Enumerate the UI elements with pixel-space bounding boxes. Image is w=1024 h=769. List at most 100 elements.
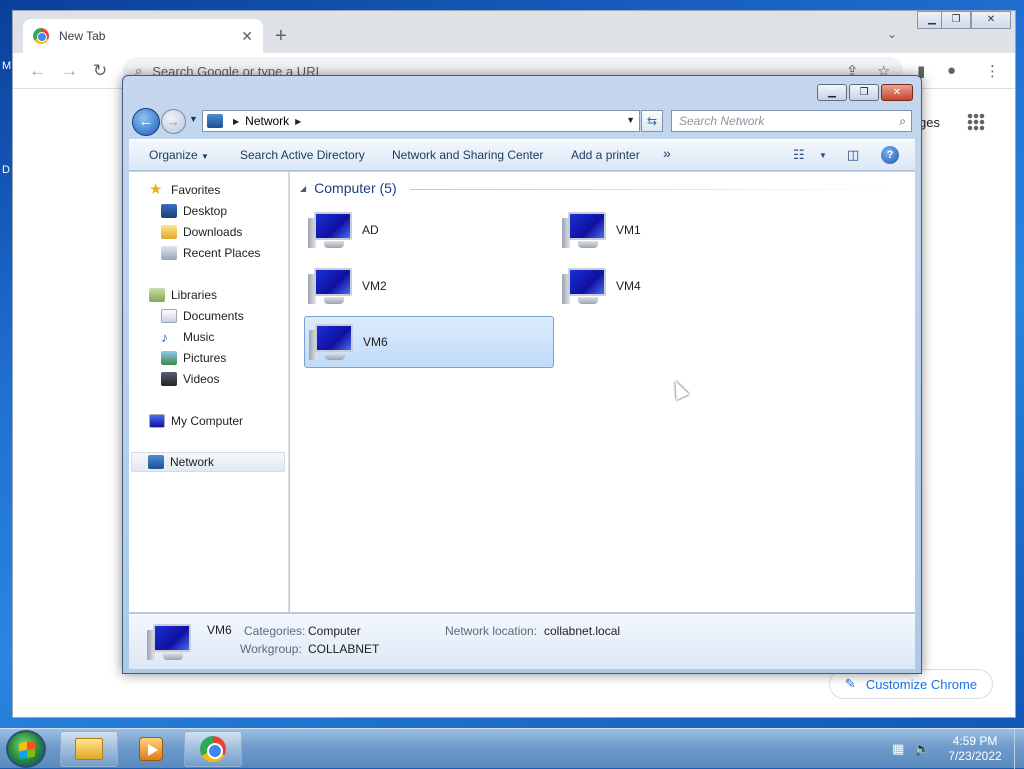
tab-title: New Tab <box>59 29 106 43</box>
chrome-menu-icon[interactable]: ⋮ <box>985 62 1000 80</box>
forward-button[interactable]: → <box>161 109 186 134</box>
computer-monitor-icon <box>562 266 610 306</box>
refresh-icon[interactable]: ⇆ <box>641 110 663 132</box>
nav-item-network[interactable]: Network <box>131 452 285 472</box>
computer-name: VM4 <box>616 279 641 293</box>
computer-monitor-icon <box>308 210 356 250</box>
nav-item-music[interactable]: ♪ Music <box>161 327 214 347</box>
pencil-icon: ✎ <box>844 676 856 691</box>
chrome-favicon-icon <box>33 28 49 44</box>
apps-grid-icon[interactable] <box>967 113 985 131</box>
collapse-triangle-icon[interactable]: ◢ <box>300 184 306 193</box>
add-printer-button[interactable]: Add a printer <box>571 148 640 162</box>
nav-item-favorites[interactable]: ★ Favorites <box>149 180 220 200</box>
computer-item[interactable]: AD <box>304 204 554 256</box>
breadcrumb-arrow-icon[interactable]: ▶ <box>233 117 239 126</box>
explorer-close-button[interactable]: ✕ <box>881 84 913 101</box>
nav-item-documents[interactable]: Documents <box>161 306 244 326</box>
start-button[interactable] <box>6 730 46 768</box>
nav-label: Libraries <box>171 288 218 302</box>
address-dropdown-icon[interactable]: ▼ <box>626 115 635 125</box>
chevron-down-icon: ▼ <box>201 152 209 161</box>
details-workgroup-value: COLLABNET <box>308 642 380 656</box>
chrome-tab-new-tab[interactable]: New Tab ✕ <box>23 19 263 53</box>
star-icon: ★ <box>149 181 163 198</box>
group-header-computer[interactable]: ◢ Computer (5) <box>300 180 397 196</box>
details-network-location-value: collabnet.local <box>544 624 621 638</box>
explorer-maximize-button[interactable]: ❐ <box>849 84 879 101</box>
organize-button[interactable]: Organize ▼ <box>149 148 209 162</box>
search-icon[interactable]: ⌕ <box>899 114 906 129</box>
system-clock[interactable]: 4:59 PM 7/23/2022 <box>940 734 1010 764</box>
nav-label: Downloads <box>183 225 243 239</box>
taskbar-explorer-button[interactable] <box>60 731 118 767</box>
network-sharing-center-button[interactable]: Network and Sharing Center <box>392 148 543 162</box>
network-tray-icon[interactable]: ▦ <box>892 741 904 757</box>
ntp-images-link[interactable]: ges <box>919 115 940 130</box>
group-divider <box>410 189 900 190</box>
close-tab-icon[interactable]: ✕ <box>241 28 253 45</box>
computer-monitor-icon <box>308 266 356 306</box>
details-workgroup-label: Workgroup: <box>240 642 302 656</box>
recent-pages-dropdown-icon[interactable]: ▼ <box>189 114 198 124</box>
nav-label: Pictures <box>183 351 227 365</box>
nav-item-downloads[interactable]: Downloads <box>161 222 242 242</box>
computer-item[interactable]: VM1 <box>558 204 808 256</box>
desktop-edge-text: D <box>2 164 10 176</box>
nav-item-videos[interactable]: Videos <box>161 369 219 389</box>
details-network-location-label: Network location: <box>445 624 538 638</box>
breadcrumb-network[interactable]: Network <box>245 114 289 128</box>
details-pane: VM6 Categories: Computer Workgroup: COLL… <box>129 613 915 669</box>
chrome-restore-button[interactable]: ❐ <box>941 11 971 29</box>
computer-item-selected[interactable]: VM6 <box>304 316 554 368</box>
folder-icon <box>75 738 103 760</box>
computer-item[interactable]: VM4 <box>558 260 808 312</box>
new-tab-button[interactable]: + <box>275 25 287 48</box>
help-icon[interactable]: ? <box>881 146 899 164</box>
back-arrow-icon[interactable]: ← <box>29 61 46 81</box>
videos-film-icon <box>161 372 177 386</box>
tab-search-icon[interactable]: ⌄ <box>887 27 897 41</box>
clock-date: 7/23/2022 <box>948 749 1002 763</box>
computer-item[interactable]: VM2 <box>304 260 554 312</box>
taskbar-chrome-button[interactable] <box>184 731 242 767</box>
downloads-folder-icon <box>161 225 177 239</box>
pictures-icon <box>161 351 177 365</box>
network-icon <box>148 455 164 469</box>
music-note-icon: ♪ <box>161 329 168 345</box>
search-input[interactable]: Search Network ⌕ <box>671 110 912 132</box>
address-bar[interactable]: ▶ Network ▶ ▼ <box>202 110 640 132</box>
clock-time: 4:59 PM <box>952 734 998 748</box>
nav-item-desktop[interactable]: Desktop <box>161 201 227 221</box>
search-active-directory-button[interactable]: Search Active Directory <box>240 148 365 162</box>
content-pane: ◢ Computer (5) AD VM1 VM2 VM4 VM6 <box>290 172 915 612</box>
organize-label: Organize <box>149 148 198 162</box>
nav-item-libraries[interactable]: Libraries <box>149 285 217 305</box>
desktop-icon <box>161 204 177 218</box>
back-button[interactable]: ← <box>132 108 160 136</box>
forward-arrow-icon[interactable]: → <box>61 61 78 81</box>
computer-icon <box>149 414 165 428</box>
taskbar-media-player-button[interactable] <box>122 731 180 767</box>
profile-avatar-icon[interactable]: ● <box>947 62 956 79</box>
chevron-down-icon[interactable]: ▼ <box>819 151 827 160</box>
documents-icon <box>161 309 177 323</box>
explorer-minimize-button[interactable]: ▁ <box>817 84 847 101</box>
volume-icon[interactable]: 🔈 <box>914 741 930 757</box>
chrome-close-button[interactable]: ✕ <box>971 11 1011 29</box>
show-desktop-button[interactable] <box>1014 729 1024 769</box>
computer-name: VM6 <box>363 335 388 349</box>
explorer-window: ▁ ❐ ✕ ← → ▼ ▶ Network ▶ ▼ ⇆ Search Netwo… <box>122 75 922 674</box>
nav-item-recent-places[interactable]: Recent Places <box>161 243 260 263</box>
nav-item-pictures[interactable]: Pictures <box>161 348 226 368</box>
nav-label: Favorites <box>171 183 221 197</box>
reload-icon[interactable]: ↻ <box>93 61 107 81</box>
breadcrumb-arrow-icon[interactable]: ▶ <box>295 117 301 126</box>
nav-label: My Computer <box>171 414 244 428</box>
customize-label: Customize Chrome <box>865 676 978 692</box>
preview-pane-icon[interactable]: ◫ <box>847 147 859 163</box>
nav-item-my-computer[interactable]: My Computer <box>149 411 243 431</box>
more-commands-button[interactable]: » <box>663 145 671 161</box>
desktop-edge-text: M <box>2 60 12 72</box>
view-options-icon[interactable]: ☷ <box>793 147 805 163</box>
